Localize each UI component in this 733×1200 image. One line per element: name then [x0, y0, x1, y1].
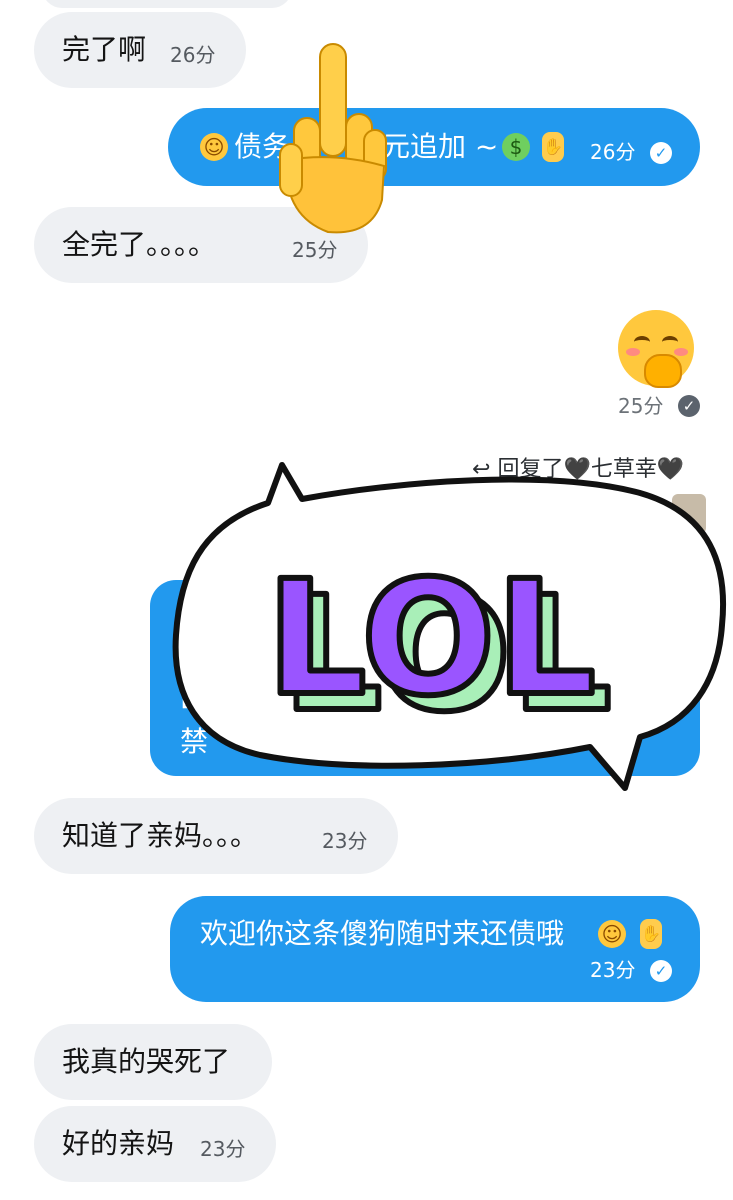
- message-text: 我真的哭死了: [62, 1045, 231, 1078]
- emoji-hand: [644, 354, 682, 388]
- outgoing-message-bubble[interactable]: 欢迎你这条傻狗随时来还债哦 ☺ ✋ 23分 ✓: [170, 896, 700, 1002]
- lol-text-front: LOL: [266, 547, 596, 731]
- lol-sticker[interactable]: LOL LOL: [170, 455, 730, 805]
- message-text: 好的亲妈: [62, 1127, 175, 1160]
- message-text: 知道了亲妈。。。: [62, 819, 259, 852]
- middle-finger-icon: ✋: [542, 132, 564, 162]
- check-circle-icon: ✓: [650, 960, 672, 982]
- outgoing-message-bubble[interactable]: ☺ 债务 元追加 ~ $ ✋ 26分 ✓: [168, 108, 700, 186]
- message-time: 26分: [590, 140, 636, 164]
- message-text: 全完了。。。。: [62, 228, 217, 261]
- emoji-message-meta: 25分 ✓: [618, 394, 708, 420]
- message-time: 25分: [292, 238, 338, 262]
- emoji-eye: [634, 336, 650, 348]
- emoji-cheek: [626, 348, 640, 356]
- chat-screen: 完了啊 26分 ☺ 债务 元追加 ~ $ ✋ 26分 ✓ 全完了。。。。 25分…: [0, 0, 733, 1200]
- message-text: 完了啊: [62, 33, 147, 66]
- middle-finger-sticker[interactable]: [276, 40, 392, 236]
- middle-finger-icon: ✋: [640, 919, 662, 949]
- message-text-end: 元追加 ~: [382, 130, 499, 163]
- money-mouth-icon: $: [502, 133, 530, 161]
- message-time: 23分: [322, 829, 368, 853]
- partial-message-bubble[interactable]: [42, 0, 292, 8]
- incoming-message-bubble[interactable]: 知道了亲妈。。。 23分: [34, 798, 398, 874]
- check-circle-icon: ✓: [650, 142, 672, 164]
- middle-finger-icon: [279, 43, 387, 234]
- incoming-message-bubble[interactable]: 完了啊 26分: [34, 12, 246, 88]
- check-circle-icon: ✓: [678, 395, 700, 417]
- message-time: 25分: [618, 394, 664, 418]
- emoji-cheek: [674, 348, 688, 356]
- emoji-eye: [662, 336, 678, 348]
- hand-over-mouth-emoji[interactable]: [618, 310, 694, 388]
- message-time: 23分: [590, 958, 636, 982]
- lol-text: LOL LOL: [263, 544, 615, 750]
- incoming-message-bubble[interactable]: 好的亲妈 23分: [34, 1106, 276, 1182]
- smiling-face-icon: ☺: [598, 920, 626, 948]
- incoming-message-bubble[interactable]: 我真的哭死了: [34, 1024, 272, 1100]
- smiling-face-icon: ☺: [200, 133, 228, 161]
- message-text: 欢迎你这条傻狗随时来还债哦: [200, 917, 565, 950]
- message-time: 26分: [170, 43, 216, 67]
- message-time: 23分: [200, 1137, 246, 1161]
